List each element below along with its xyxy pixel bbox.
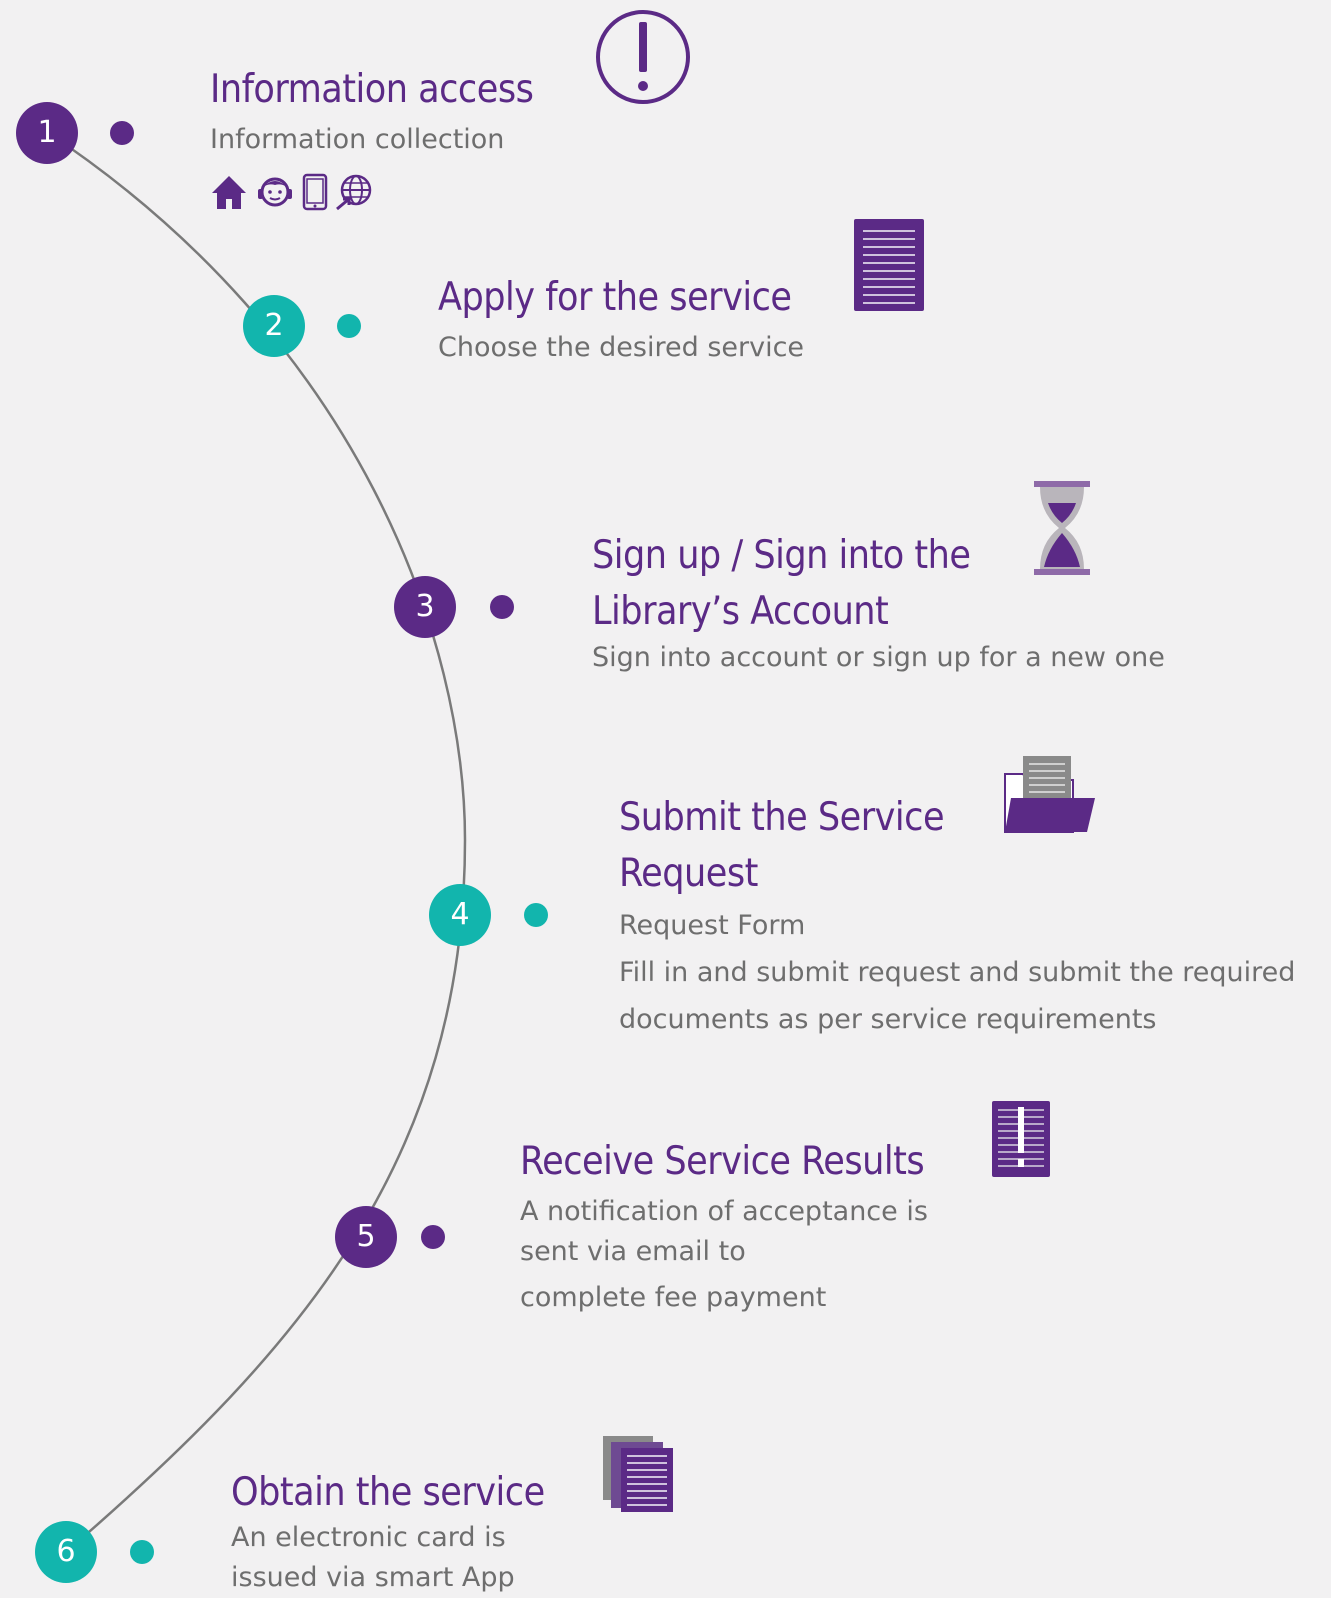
step-4-description-line-1: Request Form	[619, 910, 806, 941]
step-3-number: 3	[394, 576, 456, 638]
step-4-dot	[524, 903, 548, 927]
step-5-description-line-2: sent via email to	[520, 1236, 746, 1267]
step-6-description: An electronic card is issued via smart A…	[231, 1518, 515, 1598]
step-4-number: 4	[429, 884, 491, 946]
step-5-description-line-1: A notification of acceptance is	[520, 1196, 928, 1227]
step-2-description-line: Choose the desired service	[438, 332, 805, 363]
step-2-title: Apply for the service	[438, 275, 792, 320]
step-6-dot	[130, 1540, 154, 1564]
step-4-description-line-3: documents as per service requirements	[619, 1004, 1157, 1035]
step-1-channel-icons	[210, 173, 377, 213]
step-5-description-line-3: complete fee payment	[520, 1282, 827, 1313]
web-icon	[336, 174, 372, 211]
step-4-description: Request Form Fill in and submit request …	[619, 902, 1295, 1043]
step-1-number: 1	[16, 102, 78, 164]
step-1-description-line: Information collection	[210, 124, 505, 155]
step-1-title: Information access	[210, 67, 534, 112]
step-3-title-line-1: Sign up / Sign into the	[592, 533, 971, 578]
step-5-description: A notification of acceptance is sent via…	[520, 1192, 928, 1318]
customer-service-icon	[258, 177, 293, 207]
step-1-description: Information collection	[210, 120, 504, 160]
step-4-title: Submit the Service Request	[619, 790, 945, 902]
step-4-description-line-2: Fill in and submit request and submit th…	[619, 957, 1296, 988]
hourglass-icon	[1034, 481, 1090, 575]
step-3-description-line: Sign into account or sign up for a new o…	[592, 642, 1165, 673]
notice-document-icon	[992, 1101, 1050, 1177]
step-2-description: Choose the desired service	[438, 328, 804, 368]
step-4-title-line-1: Submit the Service	[619, 795, 945, 840]
step-1-dot	[110, 121, 134, 145]
step-3-title: Sign up / Sign into the Library’s Accoun…	[592, 528, 971, 640]
step-5-dot	[421, 1225, 445, 1249]
home-icon	[212, 176, 246, 209]
step-5-number: 5	[335, 1206, 397, 1268]
document-icon	[854, 219, 924, 311]
step-6-number: 6	[35, 1521, 97, 1583]
exclamation-circle-icon	[596, 10, 690, 104]
step-6-title: Obtain the service	[231, 1470, 545, 1515]
step-6-description-line-1: An electronic card is	[231, 1522, 506, 1553]
step-2-number: 2	[243, 295, 305, 357]
stacked-documents-icon	[603, 1436, 673, 1512]
step-3-title-line-2: Library’s Account	[592, 589, 889, 634]
step-3-dot	[490, 595, 514, 619]
step-4-title-line-2: Request	[619, 851, 758, 896]
step-3-description: Sign into account or sign up for a new o…	[592, 638, 1165, 678]
folder-icon	[1004, 756, 1095, 833]
step-5-title: Receive Service Results	[520, 1139, 925, 1184]
step-2-dot	[337, 314, 361, 338]
mobile-icon	[302, 173, 328, 211]
service-steps-diagram: 1 Information access Information collect…	[0, 0, 1331, 1598]
step-6-description-line-2: issued via smart App	[231, 1562, 515, 1593]
